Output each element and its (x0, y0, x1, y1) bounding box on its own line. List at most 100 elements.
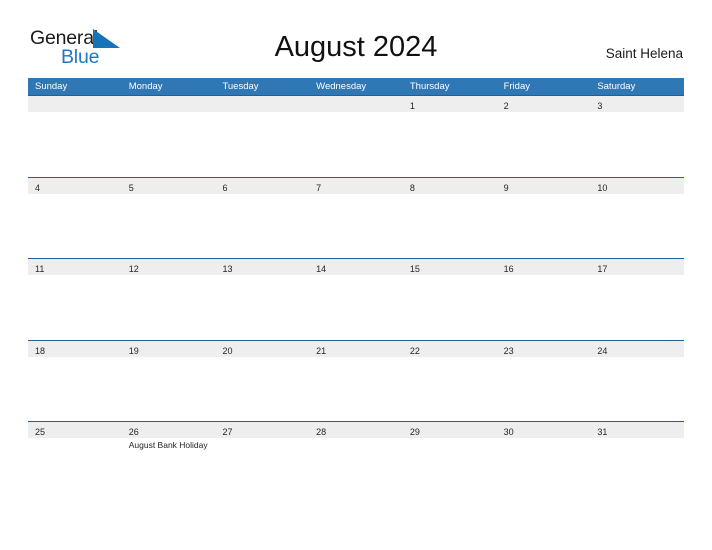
week-row: 1 2 3 (28, 95, 685, 177)
day-band: 2 (496, 96, 591, 112)
day-events (309, 194, 403, 196)
day-band: 27 (215, 422, 310, 438)
day-cell[interactable] (309, 96, 403, 177)
day-cell[interactable]: 20 (215, 340, 310, 421)
day-band: 20 (215, 340, 310, 357)
day-cell[interactable]: 1 (402, 96, 497, 177)
day-number: 3 (597, 101, 603, 111)
day-band: 17 (590, 259, 685, 275)
day-number: 27 (222, 427, 233, 437)
day-number: 13 (222, 264, 233, 274)
day-events (28, 438, 122, 440)
day-number: 18 (35, 345, 46, 356)
day-cell[interactable]: 12 (121, 259, 216, 340)
day-cell[interactable]: 18 (28, 340, 122, 421)
day-cell[interactable]: 8 (402, 177, 497, 258)
day-events (403, 112, 497, 114)
day-number: 20 (222, 345, 233, 356)
day-band: 5 (121, 177, 216, 194)
day-number: 21 (316, 345, 327, 356)
day-cell[interactable]: 15 (402, 259, 497, 340)
day-events (590, 275, 684, 277)
day-band (309, 96, 403, 112)
day-number: 14 (316, 264, 327, 274)
day-cell[interactable]: 5 (121, 177, 216, 258)
day-cell[interactable]: 11 (28, 259, 122, 340)
day-band: 16 (496, 259, 591, 275)
day-number: 5 (128, 182, 134, 193)
day-band: 28 (309, 422, 403, 438)
day-number: 12 (128, 264, 139, 274)
day-cell[interactable]: 14 (309, 259, 403, 340)
day-events (122, 194, 216, 196)
day-number: 24 (597, 345, 608, 356)
day-cell[interactable] (121, 96, 216, 177)
day-number: 23 (503, 345, 514, 356)
day-cell[interactable]: 13 (215, 259, 310, 340)
day-events (122, 275, 216, 277)
day-band: 9 (496, 177, 591, 194)
day-cell[interactable]: 16 (496, 259, 591, 340)
day-cell[interactable]: 3 (590, 96, 685, 177)
day-cell[interactable] (28, 96, 122, 177)
day-band: 10 (590, 177, 685, 194)
day-number: 9 (503, 182, 509, 193)
day-cell[interactable]: 23 (496, 340, 591, 421)
day-number: 8 (409, 182, 415, 193)
day-band: 31 (590, 422, 685, 438)
day-band (215, 96, 310, 112)
day-cell[interactable]: 31 (590, 422, 685, 503)
day-cell[interactable]: 21 (309, 340, 403, 421)
day-number: 15 (409, 264, 420, 274)
day-cell[interactable]: 10 (590, 177, 685, 258)
day-cell[interactable] (215, 96, 310, 177)
day-events (309, 438, 403, 440)
week-row: 4 5 6 7 8 9 10 (28, 176, 685, 258)
day-cell[interactable]: 29 (402, 422, 497, 503)
day-number: 29 (409, 427, 420, 437)
day-events (497, 275, 591, 277)
day-cell[interactable]: 7 (309, 177, 403, 258)
day-events (590, 112, 684, 114)
day-cell[interactable]: 6 (215, 177, 310, 258)
day-band: 18 (28, 340, 122, 357)
day-band: 25 (28, 422, 122, 438)
day-cell[interactable]: 26 August Bank Holiday (121, 422, 216, 503)
day-cell[interactable]: 24 (590, 340, 685, 421)
day-band: 29 (402, 422, 497, 438)
day-cell[interactable]: 17 (590, 259, 685, 340)
day-number: 31 (597, 427, 608, 437)
day-number: 25 (35, 427, 46, 437)
day-events (403, 194, 497, 196)
day-number: 7 (316, 182, 322, 193)
day-events (215, 112, 309, 114)
day-cell[interactable]: 4 (28, 177, 122, 258)
day-events (497, 194, 591, 196)
day-events (403, 438, 497, 440)
day-band: 13 (215, 259, 310, 275)
day-cell[interactable]: 19 (121, 340, 216, 421)
day-number: 19 (128, 345, 139, 356)
weekday-tuesday: Tuesday (222, 81, 259, 92)
day-band: 15 (402, 259, 497, 275)
day-events (215, 438, 309, 440)
weekday-sunday: Sunday (35, 81, 68, 92)
weekday-monday: Monday (128, 81, 163, 92)
day-cell[interactable]: 2 (496, 96, 591, 177)
day-band: 3 (590, 96, 685, 112)
day-band: 14 (309, 259, 403, 275)
weekday-friday: Friday (503, 81, 530, 92)
day-cell[interactable]: 25 (28, 422, 122, 503)
day-cell[interactable]: 9 (496, 177, 591, 258)
day-cell[interactable]: 30 (496, 422, 591, 503)
day-events (122, 112, 216, 114)
day-cell[interactable]: 27 (215, 422, 310, 503)
day-events (309, 112, 403, 114)
day-number: 22 (409, 345, 420, 356)
day-events (309, 275, 403, 277)
day-cell[interactable]: 22 (402, 340, 497, 421)
day-cell[interactable]: 28 (309, 422, 403, 503)
day-band: 8 (402, 177, 497, 194)
calendar-page: General Blue August 2024 Saint Helena Su… (0, 0, 712, 550)
day-band: 21 (309, 340, 403, 357)
